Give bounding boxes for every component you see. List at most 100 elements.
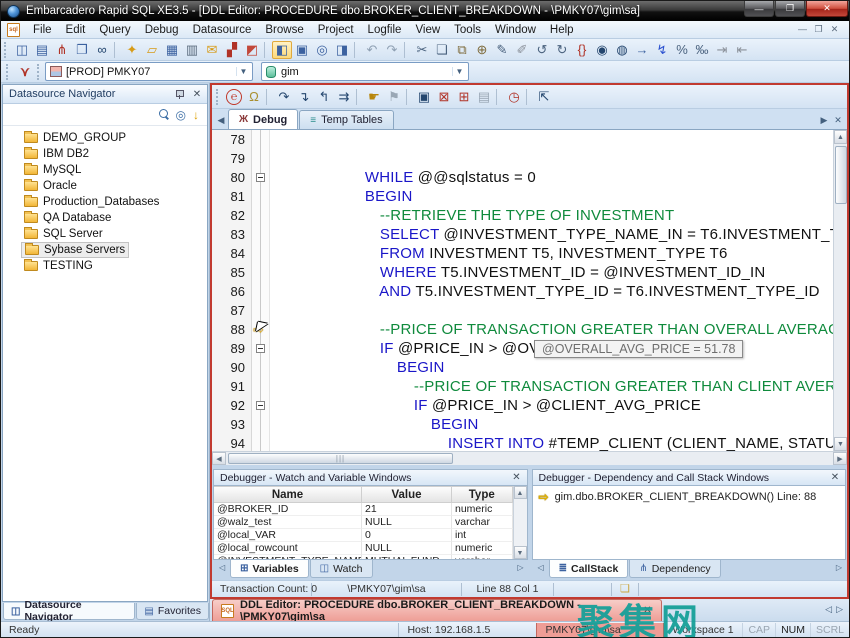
separator[interactable] [114,42,120,58]
refresh-all-icon[interactable]: ↻ [552,41,572,59]
open-file-icon[interactable]: ▱ [142,41,162,59]
menu-item[interactable]: Datasource [186,22,259,38]
datasource-combo[interactable]: [PROD] PMKY07 ▼ [45,62,253,81]
datasource-item[interactable]: IBM DB2 [21,146,92,162]
edit-ddl-icon[interactable]: ✐ [512,41,532,59]
scroll-thumb[interactable] [835,146,847,204]
scroll-up-icon[interactable]: ▲ [514,486,527,499]
editor-tab[interactable]: Ж Debug [228,109,298,129]
scroll-right-icon[interactable]: ▶ [833,452,847,465]
toggle-breakpoint-icon[interactable]: ⊞ [454,88,474,106]
variable-row[interactable]: @walz_test NULL varchar [214,516,513,529]
panel-tab[interactable]: ≣ CallStack [549,560,629,578]
split-vertical-icon[interactable]: ◧ [272,41,292,59]
breakpoint-options-icon[interactable]: ▤ [474,88,494,106]
menu-item[interactable]: Query [92,22,137,38]
full-screen-icon[interactable]: ▣ [292,41,312,59]
match-braces-icon[interactable]: {} [572,41,592,59]
cut-icon[interactable]: ✂ [412,41,432,59]
scroll-left-icon[interactable]: ◀ [212,452,226,465]
scroll-thumb[interactable]: ||| [228,453,453,464]
tab-scroll-left-icon[interactable]: ◀ [214,115,228,129]
step-over-icon[interactable]: ↷ [274,88,294,106]
doc-scroll-left-icon[interactable]: ◁ [825,604,836,621]
browser-window-icon[interactable]: ◨ [332,41,352,59]
fold-margin[interactable] [252,434,270,451]
menu-item[interactable]: Project [311,22,361,38]
close-icon[interactable]: ✕ [829,472,841,483]
options-icon[interactable]: ◩ [242,41,262,59]
separator[interactable] [404,42,410,58]
stop-debug-icon[interactable]: ℮ [226,89,242,105]
fold-margin[interactable] [252,168,270,187]
dock-tab[interactable]: ◫ Datasource Navigator [3,603,135,620]
chevron-down-icon[interactable]: ▼ [236,67,250,76]
insert-breakpoint-icon[interactable]: ▣ [414,88,434,106]
fold-margin[interactable] [252,244,270,263]
upper-case-icon[interactable]: % [672,41,692,59]
datasource-item[interactable]: Oracle [21,178,80,194]
timer-icon[interactable]: ◷ [504,88,524,106]
line-number[interactable]: 79 [212,149,252,168]
horizontal-scrollbar[interactable]: ◀ ||| ▶ [212,451,847,465]
indent-icon[interactable]: ⇥ [712,41,732,59]
datasource-item[interactable]: Sybase Servers [21,242,129,258]
line-number[interactable]: 82 [212,206,252,225]
refresh-icon[interactable]: ↺ [532,41,552,59]
editor-tab[interactable]: ≡ Temp Tables [299,110,393,129]
fold-toggle-icon[interactable] [256,401,265,410]
separator[interactable] [356,89,362,105]
menu-item[interactable]: Window [488,22,543,38]
fold-margin[interactable] [252,339,270,358]
step-into-icon[interactable]: ↴ [294,88,314,106]
datasource-item[interactable]: SQL Server [21,226,106,242]
paste-append-icon[interactable]: ⊕ [472,41,492,59]
pin-icon[interactable] [175,89,185,99]
line-number[interactable]: 89 [212,339,252,358]
lower-case-icon[interactable]: ‰ [692,41,712,59]
send-mail-icon[interactable]: ✉ [202,41,222,59]
scroll-up-icon[interactable]: ▲ [834,130,847,144]
tile-windows-icon[interactable]: ◫ [12,41,32,59]
paste-icon[interactable]: ⧉ [452,41,472,59]
menu-item[interactable]: File [26,22,59,38]
variable-row[interactable]: @local_rowcount NULL numeric [214,542,513,555]
panel-tab[interactable]: ⋔ Dependency [629,560,720,578]
line-number[interactable]: 90 [212,358,252,377]
database-combo[interactable]: gim ▼ [261,62,469,81]
line-number[interactable]: 94 [212,434,252,451]
go-icon[interactable]: ⇱ [534,88,554,106]
new-script-icon[interactable]: ✦ [122,41,142,59]
variable-row[interactable]: @local_VAR 0 int [214,529,513,542]
line-number[interactable]: 93 [212,415,252,434]
maximize-button[interactable]: ❐ [775,1,805,17]
menu-item[interactable]: Logfile [361,22,409,38]
search-icon[interactable] [159,109,170,120]
unlock-icon[interactable]: Ω [244,88,264,106]
mdi-close-icon[interactable]: ✕ [828,24,841,35]
tab-scroll-right-icon[interactable]: ▷ [515,560,527,572]
fold-margin[interactable] [252,225,270,244]
copy-icon[interactable]: ❏ [432,41,452,59]
line-number[interactable]: 85 [212,263,252,282]
fold-margin[interactable] [252,396,270,415]
fold-margin[interactable] [252,358,270,377]
redo-icon[interactable]: ↷ [382,41,402,59]
tab-scroll-right-icon[interactable]: ▷ [834,560,846,572]
separator[interactable] [264,42,270,58]
undo-icon[interactable]: ↶ [362,41,382,59]
dock-tab[interactable]: ▤ Favorites [136,603,209,620]
mdi-window-controls[interactable]: —❐✕ [796,24,845,35]
separator[interactable] [266,89,272,105]
fold-margin[interactable] [252,130,270,149]
menu-item[interactable]: Help [543,22,581,38]
fold-toggle-icon[interactable] [256,344,265,353]
chevron-down-icon[interactable]: ▼ [452,67,466,76]
fold-margin[interactable] [252,415,270,434]
find-icon[interactable]: ◉ [592,41,612,59]
toolbar-grip[interactable] [4,42,9,58]
menu-item[interactable]: Browse [258,22,310,38]
tab-scroll-right-icon[interactable]: ▶ [817,115,831,129]
datasource-item[interactable]: DEMO_GROUP [21,130,129,146]
line-number[interactable]: 86 [212,282,252,301]
